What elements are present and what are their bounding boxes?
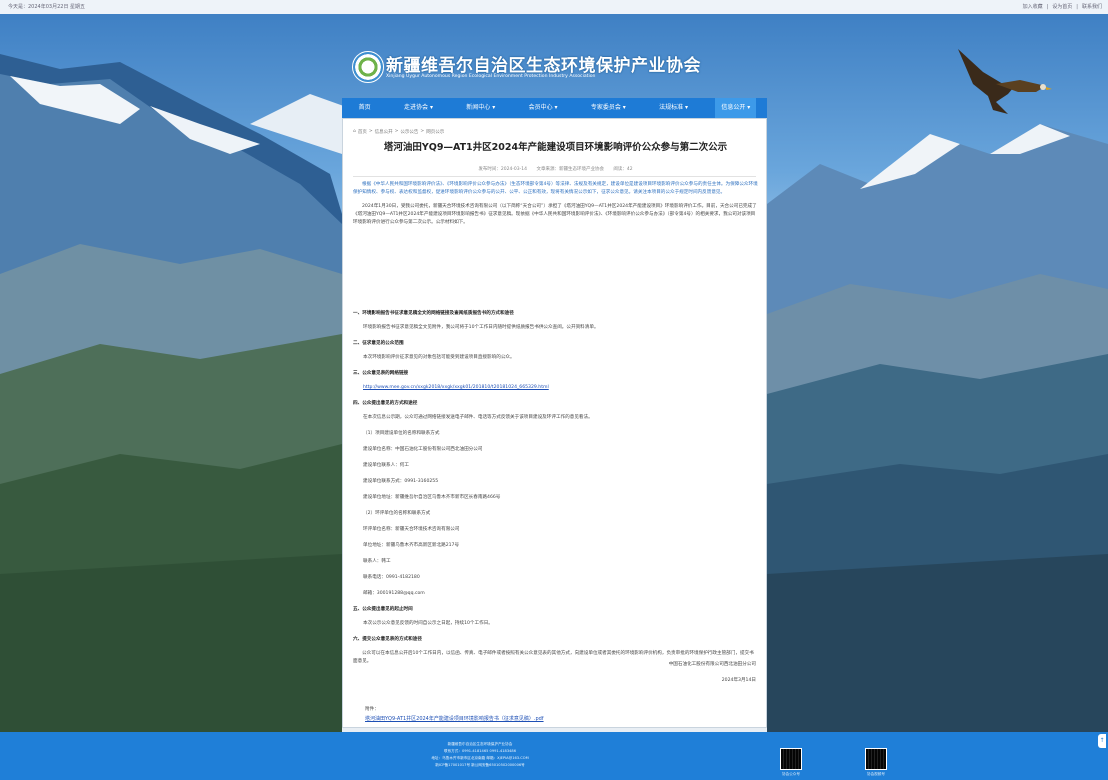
add-favorite-link[interactable]: 加入收藏 — [1023, 0, 1043, 14]
divider — [353, 176, 756, 177]
contact-1-address: 建设单位地址：新疆维吾尔自治区乌鲁木齐市新市区长春南路466号 — [363, 495, 501, 500]
site-logo[interactable]: 新疆维吾尔自治区生态环境保护产业协会 Xinjiang Uygur Autono… — [352, 49, 701, 89]
section-4-title: 四、公众提出意见的方式和途径 — [353, 401, 418, 406]
article-source: 文章来源：新疆生态环境产业协会 — [536, 167, 604, 172]
contact-2-phone: 联系电话：0991-4182180 — [363, 575, 420, 580]
article-title: 塔河油田YQ9—AT1井区2024年产能建设项目环境影响评价公众参与第二次公示 — [383, 142, 728, 153]
section-2-text: 本次环境影响评价征求意见的对象包括可能受到建设项目直接影响的公众。 — [363, 355, 515, 360]
attachment-label: 附件： — [365, 707, 379, 712]
nav-home[interactable]: 首页 — [353, 98, 377, 118]
publish-date: 发布时间：2024-03-14 — [478, 167, 528, 172]
article-body: 根据《中华人民共和国环境影响评价法》、《环境影响评价公众参与办法》（生态环境部令… — [353, 181, 758, 227]
attachment-link[interactable]: 塔河油田YQ9-AT1井区2024年产能建设项目环境影响报告书（征求意见稿）.p… — [365, 715, 544, 722]
contact-2-title: （2）环评单位的名称和联系方式 — [363, 511, 431, 516]
nav-members[interactable]: 会员中心 ▾ — [523, 98, 564, 118]
section-3-title: 三、公众意见表的网络链接 — [353, 371, 409, 376]
opinion-form-link[interactable]: http://www.mee.gov.cn/xxgk2018/xxgk/xxgk… — [363, 384, 549, 391]
association-emblem-icon — [352, 51, 384, 83]
contact-2-name: 环评单位名称：新疆天合环境技术咨询有限公司 — [363, 527, 460, 532]
date-text: 今天是：2024年03月22日 星期五 — [8, 4, 86, 10]
section-5-text: 本次公示公众意见反馈的时间自公示之日起，持续10个工作日。 — [363, 621, 493, 626]
signature-date: 2024年3月14日 — [721, 678, 756, 683]
breadcrumb: ⌂ 首页 > 信息公开 > 公示公告 > 网页公示 — [353, 129, 445, 135]
set-homepage-link[interactable]: 设为首页 — [1052, 0, 1072, 14]
top-links: 加入收藏 | 设为首页 | 联系我们 — [1023, 0, 1102, 14]
signature-org: 中国石油化工股份有限公司西北油田分公司 — [668, 662, 756, 667]
qr-label-2: 协会视频号 — [867, 772, 885, 776]
contact-1-title: （1）项目建设单位的名称和联系方式 — [363, 431, 440, 436]
contact-1-name: 建设单位名称：中国石油化工股份有限公司西北油田分公司 — [363, 447, 483, 452]
eagle-icon — [958, 49, 1052, 114]
footer-org: 新疆维吾尔自治区生态环境保护产业协会 — [447, 742, 513, 746]
section-4-text: 在本次信息公示期，公众可通过网络链接发送电子邮件、电话等方式反馈关于该项目建设及… — [363, 415, 593, 420]
breadcrumb-level2[interactable]: 公示公告 — [400, 129, 418, 135]
main-nav: 首页 走进协会 ▾ 新闻中心 ▾ 会员中心 ▾ 专家委员会 ▾ 法规标准 ▾ 信… — [342, 98, 767, 118]
top-utility-bar: 今天是：2024年03月22日 星期五 加入收藏 | 设为首页 | 联系我们 — [0, 0, 1108, 15]
contact-2-address: 单位地址：新疆乌鲁木齐市高新区新北路217号 — [363, 543, 460, 548]
section-2-title: 二、征求意见的公众范围 — [353, 341, 404, 346]
footer-address: 地址：乌鲁木齐市新市区北京南路 邮箱：XJEPIA@163.COM — [431, 756, 529, 760]
back-to-top-button[interactable]: ↑ — [1098, 734, 1106, 748]
contact-2-person: 联系人：韩工 — [363, 559, 391, 564]
qr-code-video — [865, 748, 887, 770]
article-panel: ⌂ 首页 > 信息公开 > 公示公告 > 网页公示 塔河油田YQ9—AT1井区2… — [342, 118, 767, 728]
nav-news[interactable]: 新闻中心 ▾ — [460, 98, 501, 118]
breadcrumb-level3[interactable]: 网页公示 — [426, 129, 444, 135]
section-5-title: 五、公众提出意见的起止时间 — [353, 607, 413, 612]
contact-1-person: 建设单位联系人：何工 — [363, 463, 409, 468]
contact-2-email: 邮箱：300191288@qq.com — [363, 591, 425, 596]
qr-code-wechat — [780, 748, 802, 770]
contact-us-link[interactable]: 联系我们 — [1082, 0, 1102, 14]
section-6-title: 六、提交公众意见表的方式和途径 — [353, 637, 422, 642]
nav-about[interactable]: 走进协会 ▾ — [398, 98, 439, 118]
section-1-text: 环境影响报告书征求意见稿全文见附件，我公司将于10个工作日内随时提供纸质报告书供… — [363, 325, 599, 330]
nav-regulations[interactable]: 法规标准 ▾ — [653, 98, 694, 118]
breadcrumb-level1[interactable]: 信息公开 — [375, 129, 393, 135]
qr-label-1: 协会公众号 — [782, 772, 800, 776]
footer-phone: 联系方式：0991-4181465 0991-4183486 — [443, 749, 516, 753]
site-name-en: Xinjiang Uygur Autonomous Region Ecologi… — [386, 74, 596, 79]
breadcrumb-home[interactable]: 首页 — [358, 129, 367, 135]
para-1: 2024年1月30日，受我公司委托，新疆天合环境技术咨询有限公司（以下简称“天合… — [353, 204, 757, 225]
contact-1-phone: 建设单位联系方式：0991-3160255 — [363, 479, 439, 484]
site-name: 新疆维吾尔自治区生态环境保护产业协会 — [386, 56, 701, 76]
nav-experts[interactable]: 专家委员会 ▾ — [585, 98, 632, 118]
intro-paragraph: 根据《中华人民共和国环境影响评价法》、《环境影响评价公众参与办法》（生态环境部令… — [353, 182, 758, 195]
view-count: 阅读：42 — [613, 167, 633, 172]
article-meta: 发布时间：2024-03-14 文章来源：新疆生态环境产业协会 阅读：42 — [343, 166, 768, 172]
section-1-title: 一、环境影响报告书征求意见稿全文的网络链接及查阅纸质报告书的方式和途径 — [353, 311, 514, 316]
home-icon: ⌂ — [353, 129, 356, 134]
nav-info-disclosure[interactable]: 信息公开 ▾ — [715, 98, 757, 118]
footer-icp[interactable]: 新ICP备17001017号 新公网安备65010502000006号 — [400, 763, 560, 768]
